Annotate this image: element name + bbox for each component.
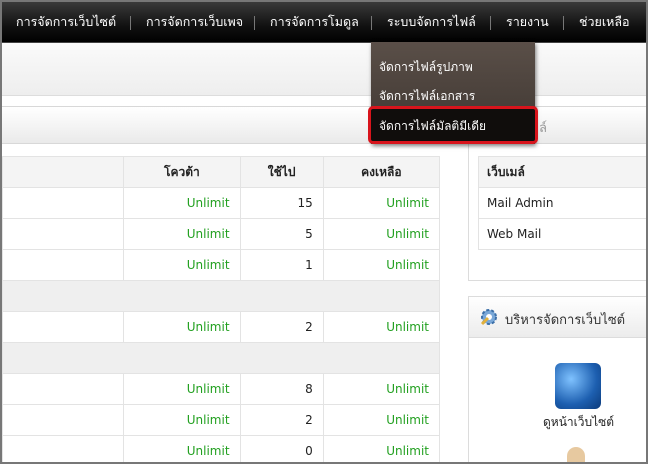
column-header-remaining: คงเหลือ (322, 156, 441, 188)
quota-cell: Unlimit (123, 373, 241, 405)
nav-separator (563, 16, 564, 30)
quota-table: โควต้า ใช้ไป คงเหลือ Unlimit 15 Unlimit Unl… (2, 156, 441, 462)
name-cell (2, 249, 125, 281)
table-row: Unlimit 15 Unlimit (2, 187, 441, 219)
site-admin-title: บริหารจัดการเว็บไซต์ (505, 313, 626, 328)
table-row: Mail Admin (478, 187, 646, 219)
webmail-table: เว็บเมล์ Mail Admin Web Mail (478, 156, 646, 250)
remaining-cell: Unlimit (322, 218, 441, 250)
used-cell: 5 (239, 218, 324, 250)
used-cell: 1 (239, 249, 324, 281)
top-navigation: การจัดการเว็บไซต์ การจัดการเว็บเพจ การจั… (2, 2, 646, 43)
menu-item-multimedia-label: จัดการไฟล์มัลติมีเดีย (379, 119, 487, 133)
used-cell: 0 (239, 435, 324, 462)
nav-separator (130, 16, 131, 30)
site-admin-panel: บริหารจัดการเว็บไซต์ ดูหน้าเว็บไซต์ (468, 296, 646, 462)
nav-help[interactable]: ช่วยเหลือ (579, 2, 630, 42)
name-cell (2, 187, 125, 219)
quota-cell: Unlimit (123, 404, 241, 436)
table-row: Unlimit 2 Unlimit (2, 311, 441, 343)
nav-separator (254, 16, 255, 30)
column-header-quota: โควต้า (123, 156, 241, 188)
column-header-webmail: เว็บเมล์ (478, 156, 646, 188)
group-row (2, 280, 440, 312)
table-row: Unlimit 1 Unlimit (2, 249, 441, 281)
remaining-cell: Unlimit (322, 435, 441, 462)
remaining-cell: Unlimit (322, 373, 441, 405)
nav-webpage-management[interactable]: การจัดการเว็บเพจ (146, 2, 243, 42)
used-cell: 8 (239, 373, 324, 405)
web-mail-link[interactable]: Web Mail (478, 218, 646, 250)
column-header-used: ใช้ไป (239, 156, 324, 188)
nav-module-management[interactable]: การจัดการโมดูล (270, 2, 359, 42)
quota-cell: Unlimit (123, 218, 241, 250)
globe-icon[interactable] (555, 363, 601, 409)
mail-panel-title: ล์ (539, 121, 547, 136)
used-cell: 15 (239, 187, 324, 219)
group-row (2, 342, 440, 374)
site-admin-header: บริหารจัดการเว็บไซต์ (469, 297, 646, 338)
mail-admin-link[interactable]: Mail Admin (478, 187, 646, 219)
table-row: Unlimit 2 Unlimit (2, 404, 441, 436)
nav-separator (371, 16, 372, 30)
table-row: Unlimit 5 Unlimit (2, 218, 441, 250)
file-management-dropdown: จัดการไฟล์รูปภาพ จัดการไฟล์เอกสาร จัดการ… (368, 42, 538, 144)
table-row: Web Mail (478, 218, 646, 250)
quota-cell: Unlimit (123, 311, 241, 343)
quota-table-body: Unlimit 15 Unlimit Unlimit 5 Unlimit Unlimit 1 U… (2, 187, 441, 462)
nav-website-management[interactable]: การจัดการเว็บไซต์ (16, 2, 116, 42)
nav-file-management[interactable]: ระบบจัดการไฟล์ (387, 2, 476, 42)
gear-icon (480, 309, 497, 326)
nav-reports[interactable]: รายงาน (506, 2, 549, 42)
nav-separator (490, 16, 491, 30)
menu-item-multimedia-files[interactable]: จัดการไฟล์มัลติมีเดีย (368, 106, 538, 144)
group-cell (2, 342, 440, 374)
name-cell (2, 404, 125, 436)
remaining-cell: Unlimit (322, 311, 441, 343)
group-cell (2, 280, 440, 312)
view-site-link[interactable]: ดูหน้าเว็บไซต์ (543, 413, 614, 432)
user-icon[interactable] (567, 447, 585, 462)
table-row: Unlimit 0 Unlimit (2, 435, 441, 462)
remaining-cell: Unlimit (322, 187, 441, 219)
used-cell: 2 (239, 311, 324, 343)
name-cell (2, 218, 125, 250)
quota-cell: Unlimit (123, 435, 241, 462)
name-cell (2, 373, 125, 405)
name-cell (2, 435, 125, 462)
quota-cell: Unlimit (123, 249, 241, 281)
menu-item-document-files[interactable]: จัดการไฟล์เอกสาร (379, 87, 475, 106)
quota-cell: Unlimit (123, 187, 241, 219)
sub-header-bar (2, 43, 646, 96)
used-cell: 2 (239, 404, 324, 436)
table-row: Unlimit 8 Unlimit (2, 373, 441, 405)
column-header-name (2, 156, 125, 188)
remaining-cell: Unlimit (322, 249, 441, 281)
menu-item-image-files[interactable]: จัดการไฟล์รูปภาพ (379, 58, 473, 77)
app-window: การจัดการเว็บไซต์ การจัดการเว็บเพจ การจั… (0, 0, 648, 464)
remaining-cell: Unlimit (322, 404, 441, 436)
name-cell (2, 311, 125, 343)
